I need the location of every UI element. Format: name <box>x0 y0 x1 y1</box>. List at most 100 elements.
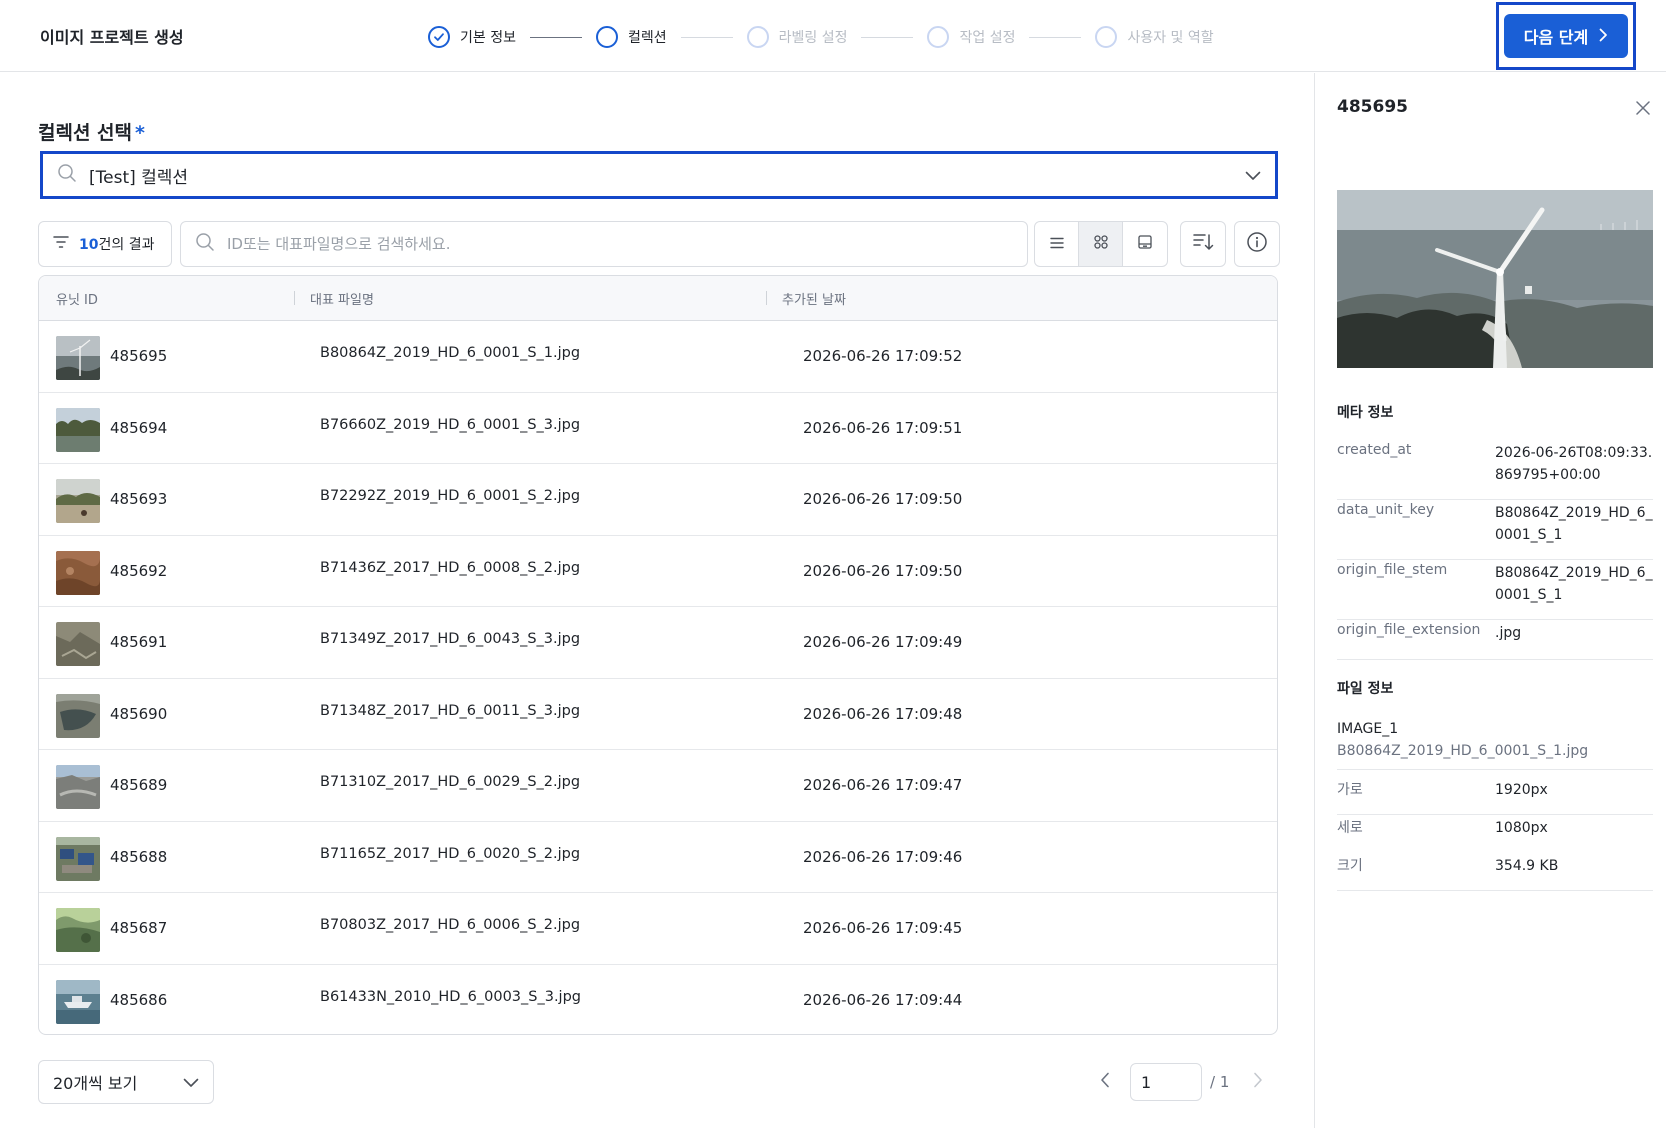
file-prop-row: 세로 1080px <box>1337 817 1653 853</box>
column-divider <box>766 291 767 305</box>
grid-view-button[interactable] <box>1079 222 1123 266</box>
search-icon <box>57 163 77 187</box>
page-size-select[interactable]: 20개씩 보기 <box>38 1060 214 1104</box>
added-date-cell: 2026-06-26 17:09:44 <box>803 990 963 1009</box>
next-step-button[interactable]: 다음 단계 <box>1504 14 1628 58</box>
collection-dropdown[interactable]: [Test] 컬렉션 <box>40 151 1278 199</box>
meta-row: origin_file_extension .jpg <box>1337 622 1653 660</box>
unit-id-cell: 485694 <box>110 418 168 437</box>
meta-key: created_at <box>1337 442 1412 458</box>
table-row[interactable]: 485694 B76660Z_2019_HD_6_0001_S_3.jpg 20… <box>39 393 1277 464</box>
step-connector <box>529 36 582 38</box>
check-circle-icon <box>428 26 450 48</box>
file-name-cell: B71436Z_2017_HD_6_0008_S_2.jpg <box>320 559 581 576</box>
meta-value: .jpg <box>1495 625 1522 641</box>
table-row[interactable]: 485687 B70803Z_2017_HD_6_0006_S_2.jpg 20… <box>39 893 1277 965</box>
next-page-button[interactable] <box>1243 1067 1273 1097</box>
filter-result-button[interactable]: 10건의 결과 <box>38 221 172 267</box>
unit-id-cell: 485688 <box>110 847 168 866</box>
unit-id-cell: 485687 <box>110 919 168 937</box>
list-view-button[interactable] <box>1035 222 1079 266</box>
added-date-cell: 2026-06-26 17:09:52 <box>803 347 963 365</box>
detail-title: 485695 <box>1337 97 1408 117</box>
column-divider <box>294 291 295 305</box>
meta-info-heading: 메타 정보 <box>1337 405 1394 421</box>
file-prop-key: 가로 <box>1337 782 1363 798</box>
info-button[interactable] <box>1234 221 1280 267</box>
file-name-cell: B71165Z_2017_HD_6_0020_S_2.jpg <box>320 845 581 862</box>
image-preview <box>1337 190 1653 368</box>
data-unit-table: 유닛 ID 대표 파일명 추가된 날짜 485695 B80864Z_2019_… <box>38 275 1278 1035</box>
required-mark: * <box>135 122 145 144</box>
pagination: / 1 <box>1090 1062 1273 1102</box>
file-name-cell: B71349Z_2017_HD_6_0043_S_3.jpg <box>320 631 581 647</box>
unit-search-box[interactable] <box>180 221 1028 267</box>
close-panel-button[interactable] <box>1631 97 1655 121</box>
added-date-cell: 2026-06-26 17:09:50 <box>803 490 963 508</box>
chevron-down-icon <box>183 1073 199 1092</box>
collection-label-text: 컬렉션 선택 <box>38 122 133 144</box>
file-name-cell: B61433N_2010_HD_6_0003_S_3.jpg <box>320 988 581 1005</box>
table-row[interactable]: 485693 B72292Z_2019_HD_6_0001_S_2.jpg 20… <box>39 464 1277 536</box>
unit-search-input[interactable] <box>227 235 1007 253</box>
chevron-left-icon <box>1100 1072 1110 1092</box>
added-date-cell: 2026-06-26 17:09:46 <box>803 847 963 866</box>
unit-id-cell: 485690 <box>110 704 168 723</box>
meta-key: origin_file_extension <box>1337 622 1481 638</box>
table-row[interactable]: 485692 B71436Z_2017_HD_6_0008_S_2.jpg 20… <box>39 536 1277 607</box>
collection-select-label: 컬렉션 선택 * <box>38 118 145 145</box>
search-icon <box>195 232 215 256</box>
file-prop-row: 가로 1920px <box>1337 779 1653 815</box>
meta-value: 2026-06-26T08:09:33.869795+00:00 <box>1495 445 1653 483</box>
unit-thumbnail <box>56 908 100 952</box>
prev-page-button[interactable] <box>1090 1067 1120 1097</box>
step-circle-icon <box>1095 26 1118 48</box>
step-circle-icon <box>595 26 618 48</box>
next-step-label: 다음 단계 <box>1523 28 1589 47</box>
result-count-text: 10건의 결과 <box>79 234 154 254</box>
table-row[interactable]: 485686 B61433N_2010_HD_6_0003_S_3.jpg 20… <box>39 965 1277 1035</box>
table-row[interactable]: 485689 B71310Z_2017_HD_6_0029_S_2.jpg 20… <box>39 750 1277 822</box>
table-row[interactable]: 485691 B71349Z_2017_HD_6_0043_S_3.jpg 20… <box>39 607 1277 679</box>
file-name-cell: B71310Z_2017_HD_6_0029_S_2.jpg <box>320 774 581 790</box>
step-task-settings[interactable]: 작업 설정 <box>927 26 1015 48</box>
page-title: 이미지 프로젝트 생성 <box>40 28 184 47</box>
unit-id-cell: 485693 <box>110 490 168 508</box>
added-date-cell: 2026-06-26 17:09:49 <box>803 633 963 651</box>
step-label: 라벨링 설정 <box>778 30 848 46</box>
file-prop-key: 세로 <box>1337 820 1363 836</box>
column-file-name[interactable]: 대표 파일명 <box>310 276 374 321</box>
step-collection[interactable]: 컬렉션 <box>595 26 667 48</box>
unit-thumbnail <box>56 336 100 380</box>
table-row[interactable]: 485695 B80864Z_2019_HD_6_0001_S_1.jpg 20… <box>39 321 1277 393</box>
table-row[interactable]: 485688 B71165Z_2017_HD_6_0020_S_2.jpg 20… <box>39 822 1277 893</box>
meta-value: B80864Z_2019_HD_6_0001_S_1 <box>1495 505 1653 543</box>
column-added-date[interactable]: 추가된 날짜 <box>782 276 846 321</box>
step-circle-icon <box>927 26 950 48</box>
file-name-cell: B72292Z_2019_HD_6_0001_S_2.jpg <box>320 488 581 504</box>
gallery-view-button[interactable] <box>1123 222 1167 266</box>
added-date-cell: 2026-06-26 17:09:50 <box>803 561 963 580</box>
meta-key: data_unit_key <box>1337 502 1435 518</box>
step-users-roles[interactable]: 사용자 및 역할 <box>1095 26 1214 48</box>
column-unit-id[interactable]: 유닛 ID <box>56 276 98 321</box>
table-row[interactable]: 485690 B71348Z_2017_HD_6_0011_S_3.jpg 20… <box>39 679 1277 750</box>
meta-row: created_at 2026-06-26T08:09:33.869795+00… <box>1337 442 1653 500</box>
added-date-cell: 2026-06-26 17:09:51 <box>803 418 963 437</box>
unit-thumbnail <box>56 622 100 666</box>
meta-row: data_unit_key B80864Z_2019_HD_6_0001_S_1 <box>1337 502 1653 560</box>
table-header: 유닛 ID 대표 파일명 추가된 날짜 <box>39 276 1277 321</box>
chevron-right-icon <box>1253 1072 1263 1092</box>
unit-thumbnail <box>56 693 100 738</box>
unit-thumbnail <box>56 407 100 452</box>
meta-key: origin_file_stem <box>1337 562 1448 578</box>
page-number-input[interactable] <box>1130 1063 1202 1101</box>
file-name-cell: B70803Z_2017_HD_6_0006_S_2.jpg <box>320 917 581 933</box>
sort-button[interactable] <box>1180 221 1226 267</box>
close-icon <box>1636 100 1650 119</box>
file-info-heading: 파일 정보 <box>1337 681 1394 697</box>
info-icon <box>1246 231 1268 257</box>
step-basic-info[interactable]: 기본 정보 <box>428 26 516 48</box>
step-labeling-settings[interactable]: 라벨링 설정 <box>746 26 848 48</box>
step-label: 작업 설정 <box>959 30 1016 46</box>
